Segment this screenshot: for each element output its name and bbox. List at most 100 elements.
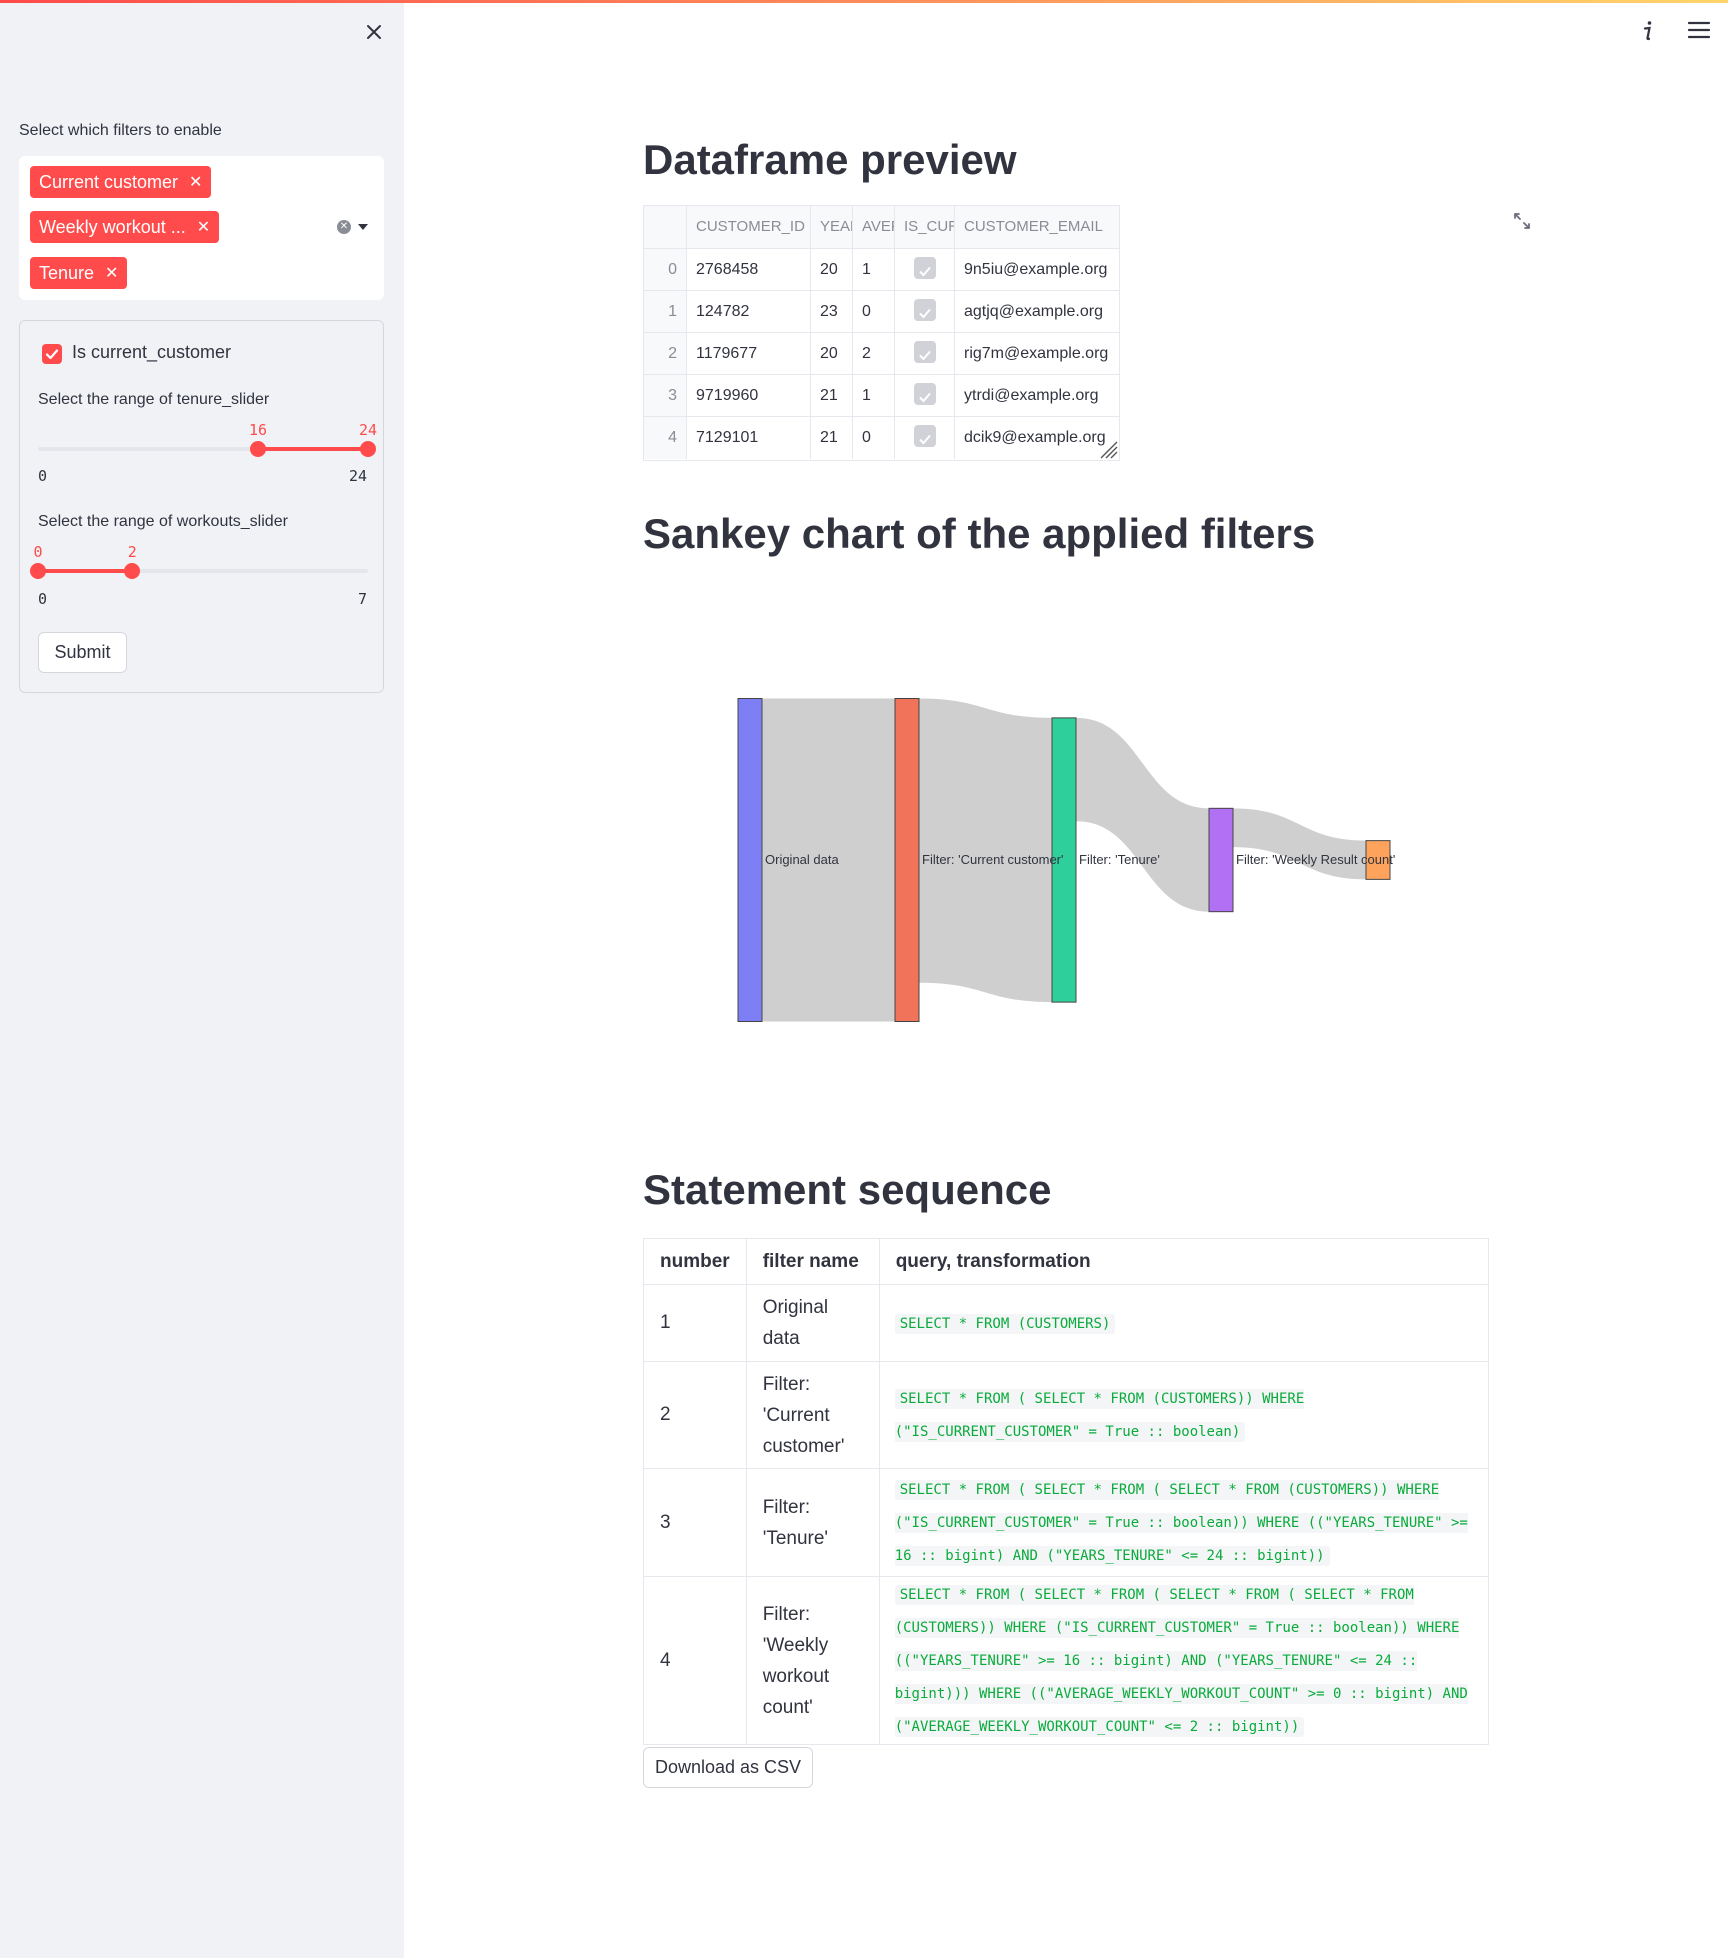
sankey-node-label-1: Filter: 'Current customer' (922, 852, 1064, 867)
remove-tag-icon[interactable]: ✕ (189, 172, 202, 192)
check-icon (913, 382, 936, 405)
average-cell[interactable]: 1 (852, 249, 894, 291)
table-row[interactable]: 2 1179677 20 2 rig7m@example.org (644, 332, 1119, 375)
is-current-cell[interactable] (894, 249, 954, 291)
chevron-down-icon[interactable] (358, 224, 368, 230)
workouts-slider-high-thumb[interactable] (124, 563, 141, 579)
dataframe-preview-title: Dataframe preview (643, 136, 1017, 183)
workouts-slider-max: 7 (357, 590, 367, 608)
table-row[interactable]: 0 2768458 20 1 9n5iu@example.org (644, 248, 1119, 291)
sankey-node-label-0: Original data (765, 852, 839, 867)
is-current-cell[interactable] (894, 375, 954, 417)
filter-tag-weekly-workout[interactable]: Weekly workout ... ✕ (30, 211, 220, 243)
is-current-cell[interactable] (894, 291, 954, 333)
check-icon (913, 340, 936, 363)
table-row: 2 Filter: 'Current customer' SELECT * FR… (643, 1361, 1490, 1469)
column-header-filter-name: filter name (745, 1238, 880, 1285)
close-icon[interactable] (362, 20, 386, 44)
filter-name-cell: Filter: 'Current customer' (745, 1361, 880, 1469)
average-cell[interactable]: 0 (852, 291, 894, 333)
customer-email-cell[interactable]: rig7m@example.org (954, 333, 1119, 375)
row-index: 2 (644, 333, 686, 375)
number-cell: 2 (643, 1361, 747, 1469)
table-row[interactable]: 3 9719960 21 1 ytrdi@example.org (644, 374, 1119, 417)
tenure-slider-high-value: 24 (358, 421, 378, 439)
dataframe-table[interactable]: CUSTOMER_ID YEAR AVEF IS_CUR CUSTOMER_EM… (643, 205, 1120, 461)
query-cell: SELECT * FROM ( SELECT * FROM ( SELECT *… (878, 1468, 1490, 1577)
info-icon[interactable] (1634, 16, 1662, 44)
sankey-chart[interactable]: Original data Filter: 'Current customer' F… (643, 580, 1503, 1140)
top-decoration-bar (0, 0, 1728, 3)
submit-button[interactable]: Submit (38, 632, 127, 673)
filter-name-cell: Original data (745, 1284, 880, 1362)
sankey-link-3[interactable] (1233, 808, 1366, 880)
filters-label: Select which filters to enable (19, 122, 222, 139)
column-header-customer-id[interactable]: CUSTOMER_ID (686, 206, 810, 248)
workouts-slider-low-thumb[interactable] (30, 563, 46, 579)
customer-id-cell[interactable]: 2768458 (686, 249, 810, 291)
customer-email-cell[interactable]: agtjq@example.org (954, 291, 1119, 333)
dataframe-header-row: CUSTOMER_ID YEAR AVEF IS_CUR CUSTOMER_EM… (644, 206, 1119, 248)
sankey-link-2[interactable] (1076, 717, 1209, 912)
workouts-slider-label: Select the range of workouts_slider (38, 513, 288, 530)
average-cell[interactable]: 2 (852, 333, 894, 375)
workouts-slider-high-value: 2 (127, 543, 137, 561)
row-index: 0 (644, 249, 686, 291)
filters-multiselect[interactable]: Current customer ✕ Weekly workout ... ✕ … (19, 156, 384, 300)
years-cell[interactable]: 21 (810, 417, 852, 459)
customer-id-cell[interactable]: 1179677 (686, 333, 810, 375)
filter-tag-current-customer[interactable]: Current customer ✕ (30, 166, 212, 198)
customer-email-cell[interactable]: dcik9@example.org (954, 417, 1119, 459)
clear-icon[interactable]: ✕ (337, 220, 351, 234)
is-current-cell[interactable] (894, 333, 954, 375)
check-icon (913, 256, 936, 279)
current-customer-checkbox-label: Is current_customer (72, 342, 232, 362)
years-cell[interactable]: 20 (810, 249, 852, 291)
tenure-slider-low-thumb[interactable] (250, 441, 266, 457)
sankey-node-1[interactable] (894, 698, 920, 1022)
table-row[interactable]: 1 124782 23 0 agtjq@example.org (644, 290, 1119, 333)
years-cell[interactable]: 23 (810, 291, 852, 333)
workouts-slider-min: 0 (38, 590, 48, 608)
filter-tag-tenure[interactable]: Tenure ✕ (30, 257, 128, 289)
column-header-is-current[interactable]: IS_CUR (894, 206, 954, 248)
hamburger-menu-icon[interactable] (1685, 18, 1713, 42)
customer-email-cell[interactable]: 9n5iu@example.org (954, 249, 1119, 291)
download-csv-button[interactable]: Download as CSV (643, 1747, 813, 1788)
expand-icon[interactable] (1512, 211, 1532, 231)
tenure-slider[interactable] (38, 441, 376, 457)
current-customer-checkbox[interactable] (42, 344, 62, 364)
customer-id-cell[interactable]: 7129101 (686, 417, 810, 459)
sankey-chart-title: Sankey chart of the applied filters (643, 510, 1316, 557)
customer-id-cell[interactable]: 9719960 (686, 375, 810, 417)
row-index: 1 (644, 291, 686, 333)
tenure-slider-high-thumb[interactable] (360, 441, 376, 457)
table-row[interactable]: 4 7129101 21 0 dcik9@example.org (644, 416, 1119, 459)
years-cell[interactable]: 21 (810, 375, 852, 417)
sankey-link-1[interactable] (919, 698, 1052, 1003)
column-header-index[interactable] (644, 206, 686, 248)
tenure-slider-label: Select the range of tenure_slider (38, 391, 270, 408)
query-cell: SELECT * FROM ( SELECT * FROM (CUSTOMERS… (878, 1361, 1490, 1469)
sankey-node-0[interactable] (737, 698, 763, 1022)
query-code: SELECT * FROM ( SELECT * FROM ( SELECT *… (894, 1585, 1468, 1737)
resize-handle-icon[interactable] (1096, 437, 1118, 459)
table-header-row: number filter name query, transformation (643, 1238, 1490, 1285)
filter-tag-label: Tenure (39, 262, 95, 283)
customer-id-cell[interactable]: 124782 (686, 291, 810, 333)
column-header-average[interactable]: AVEF (852, 206, 894, 248)
years-cell[interactable]: 20 (810, 333, 852, 375)
average-cell[interactable]: 1 (852, 375, 894, 417)
is-current-cell[interactable] (894, 417, 954, 459)
remove-tag-icon[interactable]: ✕ (197, 217, 210, 237)
average-cell[interactable]: 0 (852, 417, 894, 459)
statement-sequence-title: Statement sequence (643, 1166, 1052, 1213)
workouts-slider-low-value: 0 (33, 543, 43, 561)
customer-email-cell[interactable]: ytrdi@example.org (954, 375, 1119, 417)
sankey-node-3[interactable] (1208, 807, 1234, 913)
remove-tag-icon[interactable]: ✕ (105, 263, 118, 283)
workouts-slider[interactable] (30, 563, 368, 579)
column-header-years[interactable]: YEAR (810, 206, 852, 248)
row-index: 4 (644, 417, 686, 459)
column-header-customer-email[interactable]: CUSTOMER_EMAIL (954, 206, 1119, 248)
